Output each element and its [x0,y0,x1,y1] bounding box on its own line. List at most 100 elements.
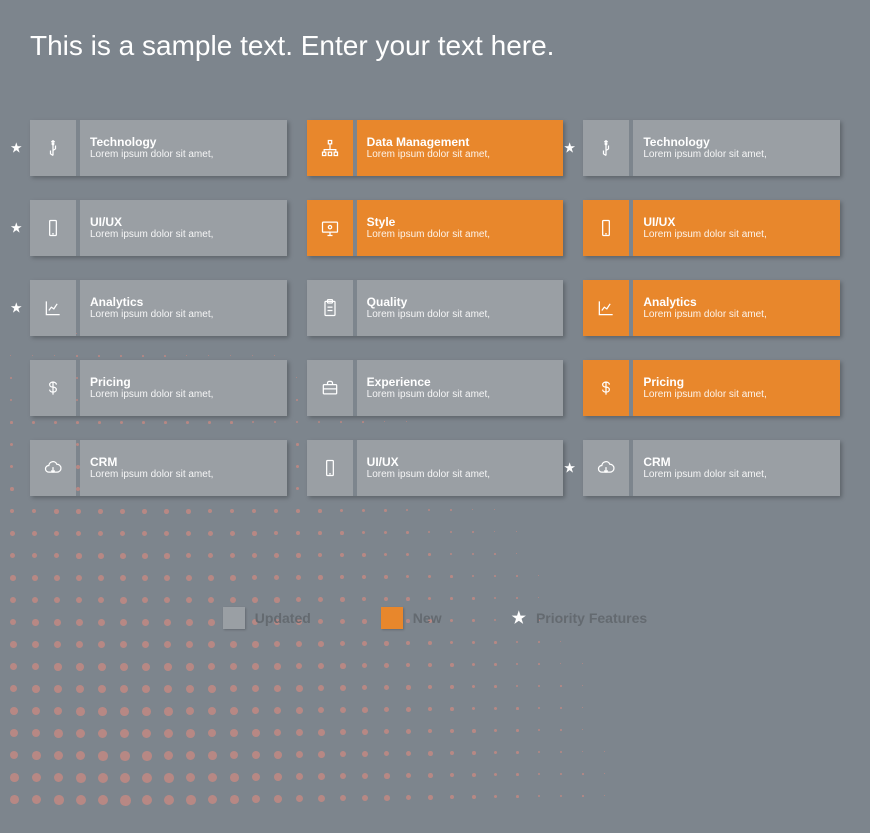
feature-text: Data ManagementLorem ipsum dolor sit ame… [357,120,564,176]
feature-text: UI/UXLorem ipsum dolor sit amet, [80,200,287,256]
feature-subtitle: Lorem ipsum dolor sit amet, [643,229,830,241]
grid-cell: ★TechnologyLorem ipsum dolor sit amet, [30,120,287,176]
feature-title: Technology [90,135,277,149]
feature-grid: ★TechnologyLorem ipsum dolor sit amet,Da… [30,120,840,496]
usb-icon [583,120,629,176]
feature-text: UI/UXLorem ipsum dolor sit amet, [633,200,840,256]
feature-subtitle: Lorem ipsum dolor sit amet, [90,389,277,401]
grid-cell: ★TechnologyLorem ipsum dolor sit amet, [583,120,840,176]
feature-text: ExperienceLorem ipsum dolor sit amet, [357,360,564,416]
grid-cell: ★AnalyticsLorem ipsum dolor sit amet, [30,280,287,336]
feature-text: TechnologyLorem ipsum dolor sit amet, [80,120,287,176]
grid-cell: UI/UXLorem ipsum dolor sit amet, [583,200,840,256]
feature-title: UI/UX [643,215,830,229]
feature-text: QualityLorem ipsum dolor sit amet, [357,280,564,336]
grid-cell: AnalyticsLorem ipsum dolor sit amet, [583,280,840,336]
feature-subtitle: Lorem ipsum dolor sit amet, [367,389,554,401]
grid-cell: StyleLorem ipsum dolor sit amet, [307,200,564,256]
feature-title: Data Management [367,135,554,149]
star-icon: ★ [10,220,23,237]
feature-text: CRMLorem ipsum dolor sit amet, [633,440,840,496]
feature-subtitle: Lorem ipsum dolor sit amet, [367,149,554,161]
feature-text: CRMLorem ipsum dolor sit amet, [80,440,287,496]
feature-card: StyleLorem ipsum dolor sit amet, [307,200,564,256]
star-icon: ★ [512,608,526,628]
chart-icon [583,280,629,336]
feature-card: CRMLorem ipsum dolor sit amet, [583,440,840,496]
feature-text: PricingLorem ipsum dolor sit amet, [633,360,840,416]
grid-row: ★AnalyticsLorem ipsum dolor sit amet, Qua… [30,280,840,336]
cloud-icon [583,440,629,496]
feature-card: ExperienceLorem ipsum dolor sit amet, [307,360,564,416]
monitor-icon [307,200,353,256]
feature-text: PricingLorem ipsum dolor sit amet, [80,360,287,416]
legend-priority-label: Priority Features [536,610,647,626]
grid-cell: PricingLorem ipsum dolor sit amet, [30,360,287,416]
feature-card: TechnologyLorem ipsum dolor sit amet, [30,120,287,176]
feature-card: AnalyticsLorem ipsum dolor sit amet, [30,280,287,336]
grid-row: ★UI/UXLorem ipsum dolor sit amet,StyleLo… [30,200,840,256]
grid-cell: ★CRMLorem ipsum dolor sit amet, [583,440,840,496]
grid-cell: Data ManagementLorem ipsum dolor sit ame… [307,120,564,176]
feature-subtitle: Lorem ipsum dolor sit amet, [90,309,277,321]
feature-subtitle: Lorem ipsum dolor sit amet, [643,149,830,161]
feature-subtitle: Lorem ipsum dolor sit amet, [90,229,277,241]
feature-card: TechnologyLorem ipsum dolor sit amet, [583,120,840,176]
page-title: This is a sample text. Enter your text h… [30,30,554,62]
feature-card: PricingLorem ipsum dolor sit amet, [583,360,840,416]
feature-title: Quality [367,295,554,309]
star-icon: ★ [563,460,576,477]
legend-new: New [381,607,442,629]
feature-title: Pricing [643,375,830,389]
briefcase-icon [307,360,353,416]
feature-card: CRMLorem ipsum dolor sit amet, [30,440,287,496]
feature-card: UI/UXLorem ipsum dolor sit amet, [30,200,287,256]
feature-title: Analytics [90,295,277,309]
star-icon: ★ [563,140,576,157]
feature-subtitle: Lorem ipsum dolor sit amet, [367,469,554,481]
dollar-icon [583,360,629,416]
grid-cell: PricingLorem ipsum dolor sit amet, [583,360,840,416]
feature-title: Analytics [643,295,830,309]
feature-title: UI/UX [367,455,554,469]
feature-subtitle: Lorem ipsum dolor sit amet, [643,309,830,321]
feature-text: StyleLorem ipsum dolor sit amet, [357,200,564,256]
legend-updated-label: Updated [255,610,311,626]
cloud-icon [30,440,76,496]
feature-title: Experience [367,375,554,389]
feature-text: AnalyticsLorem ipsum dolor sit amet, [633,280,840,336]
feature-title: CRM [643,455,830,469]
feature-title: Technology [643,135,830,149]
phone-icon [30,200,76,256]
feature-subtitle: Lorem ipsum dolor sit amet, [367,309,554,321]
swatch-grey-icon [223,607,245,629]
feature-card: AnalyticsLorem ipsum dolor sit amet, [583,280,840,336]
grid-cell: ExperienceLorem ipsum dolor sit amet, [307,360,564,416]
chart-icon [30,280,76,336]
feature-title: Style [367,215,554,229]
feature-subtitle: Lorem ipsum dolor sit amet, [90,149,277,161]
feature-subtitle: Lorem ipsum dolor sit amet, [643,469,830,481]
feature-card: QualityLorem ipsum dolor sit amet, [307,280,564,336]
feature-text: AnalyticsLorem ipsum dolor sit amet, [80,280,287,336]
phone-icon [307,440,353,496]
feature-text: UI/UXLorem ipsum dolor sit amet, [357,440,564,496]
grid-row: CRMLorem ipsum dolor sit amet,UI/UXLorem… [30,440,840,496]
clipboard-icon [307,280,353,336]
feature-title: Pricing [90,375,277,389]
grid-cell: CRMLorem ipsum dolor sit amet, [30,440,287,496]
grid-row: PricingLorem ipsum dolor sit amet,Experi… [30,360,840,416]
usb-icon [30,120,76,176]
hierarchy-icon [307,120,353,176]
grid-cell: ★UI/UXLorem ipsum dolor sit amet, [30,200,287,256]
feature-card: UI/UXLorem ipsum dolor sit amet, [307,440,564,496]
feature-text: TechnologyLorem ipsum dolor sit amet, [633,120,840,176]
grid-row: ★TechnologyLorem ipsum dolor sit amet,Da… [30,120,840,176]
feature-card: PricingLorem ipsum dolor sit amet, [30,360,287,416]
feature-title: UI/UX [90,215,277,229]
legend: Updated New ★ Priority Features [0,607,870,629]
grid-cell: QualityLorem ipsum dolor sit amet, [307,280,564,336]
star-icon: ★ [10,300,23,317]
legend-new-label: New [413,610,442,626]
legend-updated: Updated [223,607,311,629]
